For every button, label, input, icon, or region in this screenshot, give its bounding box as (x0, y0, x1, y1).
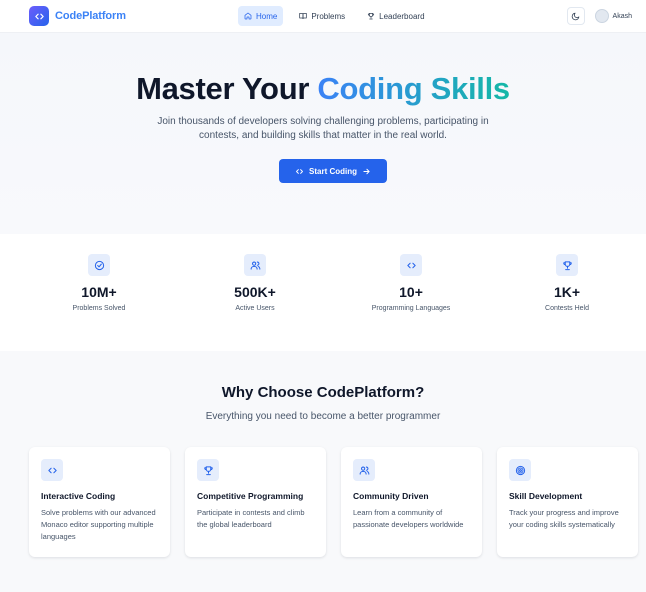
stat-label: Contests Held (545, 305, 589, 312)
feature-card-competitive-programming: Competitive Programming Participate in c… (185, 447, 326, 557)
card-description: Track your progress and improve your cod… (509, 508, 619, 529)
code-icon (400, 254, 422, 276)
stat-contests-held: 1K+ Contests Held (507, 254, 627, 312)
theme-toggle-button[interactable] (566, 7, 585, 25)
start-coding-button[interactable]: Start Coding (279, 159, 387, 183)
top-navbar: CodePlatform Home Problems Leaderboard A… (0, 0, 646, 33)
users-icon (353, 459, 375, 481)
card-description: Learn from a community of passionate dev… (353, 508, 464, 529)
trophy-icon (556, 254, 578, 276)
stat-value: 10M+ (81, 284, 117, 300)
nav-home-label: Home (256, 11, 278, 21)
users-icon (244, 254, 266, 276)
card-title: Competitive Programming (197, 491, 304, 501)
stat-value: 10+ (399, 284, 423, 300)
card-description: Solve problems with our advanced Monaco … (41, 508, 156, 541)
hero-title-plain: Master Your (136, 71, 310, 106)
stat-label: Programming Languages (371, 305, 451, 312)
stat-programming-languages: 10+ Programming Languages (351, 254, 471, 312)
start-coding-label: Start Coding (309, 166, 357, 176)
nav-problems-label: Problems (311, 11, 346, 21)
card-title: Interactive Coding (41, 491, 116, 501)
hero-title-highlight: Coding Skills (317, 71, 510, 106)
brand-name: CodePlatform (55, 10, 126, 22)
feature-card-community-driven: Community Driven Learn from a community … (341, 447, 482, 557)
moon-icon (571, 12, 580, 21)
logo-code-icon (29, 6, 49, 26)
trophy-icon (197, 459, 219, 481)
hero-section: Master Your Coding Skills Join thousands… (0, 33, 646, 234)
check-circle-icon (88, 254, 110, 276)
trophy-icon (367, 12, 375, 20)
features-section: Why Choose CodePlatform? Everything you … (0, 351, 646, 592)
stat-value: 500K+ (234, 284, 276, 300)
hero-title: Master Your Coding Skills (0, 71, 646, 107)
card-description: Participate in contests and climb the gl… (197, 508, 305, 529)
feature-card-interactive-coding: Interactive Coding Solve problems with o… (29, 447, 170, 557)
code-icon (41, 459, 63, 481)
code-icon (295, 167, 304, 176)
stat-problems-solved: 10M+ Problems Solved (39, 254, 159, 312)
features-title: Why Choose CodePlatform? (221, 384, 425, 401)
stat-value: 1K+ (553, 284, 581, 300)
stat-active-users: 500K+ Active Users (195, 254, 315, 312)
nav-problems[interactable]: Problems (293, 6, 351, 26)
stat-label: Problems Solved (72, 305, 126, 312)
hero-subtitle: Join thousands of developers solving cha… (157, 116, 489, 141)
card-title: Community Driven (353, 491, 429, 501)
stat-label: Active Users (235, 305, 275, 312)
user-menu[interactable]: Akash (594, 9, 632, 23)
target-icon (509, 459, 531, 481)
book-icon (299, 12, 308, 20)
arrow-right-icon (362, 167, 371, 176)
card-title: Skill Development (509, 491, 583, 501)
nav-leaderboard-label: Leaderboard (379, 11, 425, 21)
stats-section: 10M+ Problems Solved 500K+ Active Users … (0, 234, 646, 351)
nav-home[interactable]: Home (238, 6, 284, 26)
nav-leaderboard[interactable]: Leaderboard (361, 6, 430, 26)
home-icon (244, 12, 252, 20)
avatar (594, 9, 609, 23)
nav-right: Akash (566, 7, 632, 25)
features-subtitle: Everything you need to become a better p… (205, 411, 441, 422)
main-nav: Home Problems Leaderboard (238, 6, 441, 26)
brand[interactable]: CodePlatform (29, 6, 126, 26)
user-name: Akash (612, 12, 632, 20)
feature-card-skill-development: Skill Development Track your progress an… (497, 447, 638, 557)
